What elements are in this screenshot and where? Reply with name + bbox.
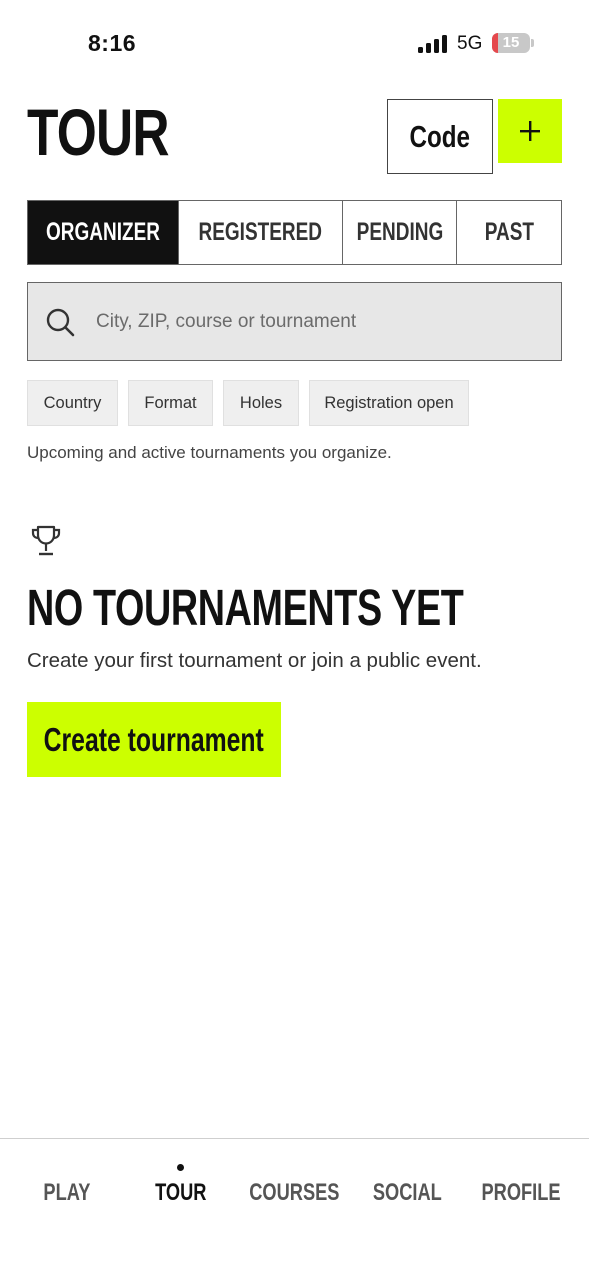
chip-label: Registration open (324, 393, 454, 412)
nav-tour[interactable]: TOUR (126, 1173, 236, 1213)
filter-format-chip[interactable]: Format (128, 380, 213, 426)
nav-label: SOCIAL (372, 1179, 442, 1206)
nav-profile[interactable]: PROFILE (466, 1173, 576, 1213)
nav-play[interactable]: PLAY (12, 1173, 122, 1213)
status-time: 8:16 (88, 30, 137, 56)
filter-registration-open-chip[interactable]: Registration open (309, 380, 469, 426)
bottom-nav: PLAY TOUR COURSES SOCIAL PROFILE (0, 1138, 589, 1280)
nav-courses[interactable]: COURSES (239, 1173, 349, 1213)
plus-icon (520, 121, 540, 141)
section-subtitle: Upcoming and active tournaments you orga… (27, 443, 392, 462)
empty-state-title: NO TOURNAMENTS YET (27, 579, 464, 636)
battery-level: 15 (502, 34, 520, 51)
status-bar: 8:16 5G 15 (0, 0, 589, 88)
create-tournament-button[interactable]: Create tournament (27, 702, 281, 777)
tab-label: PAST (484, 218, 534, 246)
trophy-icon (31, 525, 61, 556)
active-indicator-dot (177, 1164, 184, 1171)
tab-registered[interactable]: REGISTERED (178, 201, 342, 264)
create-tournament-label: Create tournament (43, 720, 265, 758)
chip-label: Holes (239, 393, 283, 412)
page-title: TOUR (27, 95, 170, 169)
filter-country-chip[interactable]: Country (27, 380, 118, 426)
nav-social[interactable]: SOCIAL (352, 1173, 462, 1213)
tab-organizer[interactable]: ORGANIZER (28, 201, 178, 264)
chip-label: Country (43, 393, 102, 412)
battery-tip (531, 39, 534, 47)
empty-state-text: Create your first tournament or join a p… (27, 649, 482, 672)
filter-holes-chip[interactable]: Holes (223, 380, 299, 426)
code-button[interactable]: Code (387, 99, 493, 174)
tab-label: ORGANIZER (46, 218, 160, 246)
chip-label: Format (144, 393, 197, 412)
search-input[interactable] (96, 303, 536, 341)
nav-label: PLAY (43, 1179, 91, 1206)
add-button[interactable] (498, 99, 562, 163)
nav-label: COURSES (248, 1179, 340, 1206)
tab-pending[interactable]: PENDING (341, 201, 457, 264)
nav-label: PROFILE (481, 1179, 561, 1206)
tab-label: PENDING (356, 218, 443, 246)
battery-icon: 15 (492, 33, 530, 53)
tab-label: REGISTERED (198, 218, 323, 246)
code-button-label: Code (409, 118, 471, 154)
search-icon (46, 308, 75, 337)
nav-label: TOUR (155, 1179, 207, 1206)
tab-bar: ORGANIZER REGISTERED PENDING PAST (27, 200, 562, 265)
tab-past[interactable]: PAST (456, 201, 561, 264)
network-type: 5G (457, 33, 483, 54)
cellular-signal-icon (418, 35, 448, 53)
search-box[interactable] (27, 282, 562, 361)
